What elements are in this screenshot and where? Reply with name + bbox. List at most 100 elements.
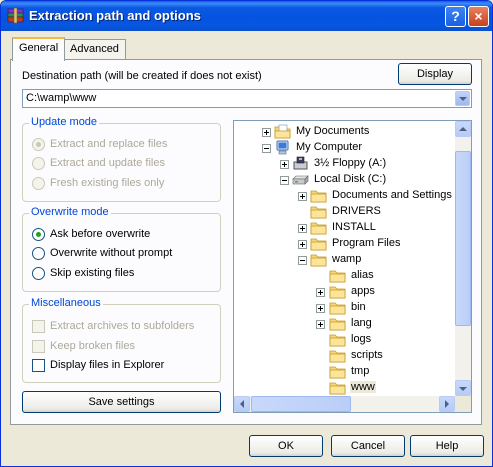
tree-item-label[interactable]: wamp [331,253,362,265]
tab-general[interactable]: General [12,37,66,61]
radio-label: Ask before overwrite [50,228,151,240]
window-title: Extraction path and options [29,8,201,23]
expand-plus-icon[interactable] [316,304,325,313]
tree-item[interactable]: DRIVERS [234,204,454,220]
folder-icon [310,220,327,235]
tree-item[interactable]: bin [234,300,454,316]
ok-button[interactable]: OK [249,435,323,457]
destination-path-combobox[interactable]: C:\wamp\www [22,89,472,108]
expand-plus-icon[interactable] [316,288,325,297]
folder-icon [329,364,346,379]
radio-label: Extract and update files [50,157,165,169]
combobox-dropdown-button[interactable] [455,91,470,106]
my-documents-icon [274,124,291,139]
radio-label: Fresh existing files only [50,177,165,189]
checkbox-label: Extract archives to subfolders [50,320,195,332]
chevron-up-icon [459,127,467,131]
tree-item-label[interactable]: www [350,381,376,393]
radio-button-icon [32,247,45,260]
folder-icon [329,348,346,363]
expand-plus-icon[interactable] [298,224,307,233]
tree-item[interactable]: logs [234,332,454,348]
tree-item-label[interactable]: lang [350,317,373,329]
tree-item[interactable]: 3½ Floppy (A:) [234,156,454,172]
save-settings-button[interactable]: Save settings [22,391,221,413]
tree-item[interactable]: My Documents [234,124,454,140]
cancel-button[interactable]: Cancel [331,435,405,457]
folder-icon [329,268,346,283]
update-mode-title: Update mode [29,116,100,128]
scroll-right-button[interactable] [439,396,455,412]
checkbox-icon [32,320,45,333]
chevron-down-icon [459,97,467,101]
tree-item-label[interactable]: apps [350,285,376,297]
tree-item-label[interactable]: alias [350,269,375,281]
extraction-dialog: Extraction path and options ? × General … [0,0,493,467]
vertical-scrollbar[interactable] [455,121,471,396]
expand-plus-icon[interactable] [298,192,307,201]
tree-item[interactable]: alias [234,268,454,284]
hard-drive-icon [292,172,309,187]
display-button[interactable]: Display [398,63,472,85]
destination-path-value[interactable]: C:\wamp\www [26,92,96,104]
tree-item[interactable]: scripts [234,348,454,364]
tree-item[interactable]: My Computer [234,140,454,156]
overwrite-mode-title: Overwrite mode [29,206,111,218]
title-bar[interactable]: Extraction path and options ? × [1,1,492,31]
tree-item-label[interactable]: My Documents [295,125,370,137]
folder-icon [310,204,327,219]
expand-plus-icon[interactable] [316,320,325,329]
expand-plus-icon[interactable] [280,160,289,169]
tree-item-label[interactable]: tmp [350,365,370,377]
folder-icon [310,188,327,203]
tab-advanced[interactable]: Advanced [63,39,126,59]
tree-item-label[interactable]: Local Disk (C:) [313,173,387,185]
expand-plus-icon[interactable] [298,240,307,249]
scrollbar-corner [455,396,471,412]
help-button[interactable]: Help [410,435,484,457]
folder-icon [329,300,346,315]
tree-item-label[interactable]: logs [350,333,372,345]
miscellaneous-group: Miscellaneous Extract archives to subfol… [22,297,221,383]
tree-item[interactable]: Local Disk (C:) [234,172,454,188]
radio-button-icon [32,228,45,241]
tree-item-label[interactable]: Program Files [331,237,401,249]
radio-button-icon [32,177,45,190]
radio-label: Overwrite without prompt [50,247,173,259]
tree-item[interactable]: INSTALL [234,220,454,236]
folder-icon [310,252,327,267]
vertical-scroll-thumb[interactable] [455,151,471,326]
tree-item-label[interactable]: Documents and Settings [331,189,453,201]
folder-icon [329,332,346,347]
tree-item-label[interactable]: bin [350,301,367,313]
folder-icon [310,236,327,251]
scroll-down-button[interactable] [455,380,471,396]
horizontal-scrollbar[interactable] [234,396,455,412]
horizontal-scroll-thumb[interactable] [251,396,351,412]
tree-item-label[interactable]: My Computer [295,141,363,153]
title-help-button[interactable]: ? [445,6,466,27]
tree-item[interactable]: wamp [234,252,454,268]
title-close-button[interactable]: × [468,6,489,27]
tree-item-label[interactable]: INSTALL [331,221,377,233]
tree-item-label[interactable]: DRIVERS [331,205,382,217]
collapse-minus-icon[interactable] [262,144,271,153]
expand-plus-icon[interactable] [262,128,271,137]
tree-item[interactable]: lang [234,316,454,332]
scroll-left-button[interactable] [234,396,250,412]
scroll-up-button[interactable] [455,121,471,137]
tree-item-label[interactable]: scripts [350,349,384,361]
update-mode-group: Update mode Extract and replace files Ex… [22,116,221,202]
tree-item[interactable]: Program Files [234,236,454,252]
collapse-minus-icon[interactable] [280,176,289,185]
folder-tree[interactable]: My Documents My Computer 3½ Floppy (A:) Loc… [233,120,472,413]
chevron-right-icon [445,400,449,408]
radio-button-icon [32,138,45,151]
tree-item[interactable]: apps [234,284,454,300]
collapse-minus-icon[interactable] [298,256,307,265]
tree-item-label[interactable]: 3½ Floppy (A:) [313,157,387,169]
tree-item[interactable]: tmp [234,364,454,380]
tree-item[interactable]: www [234,380,454,396]
tree-item[interactable]: Documents and Settings [234,188,454,204]
radio-button-icon [32,267,45,280]
